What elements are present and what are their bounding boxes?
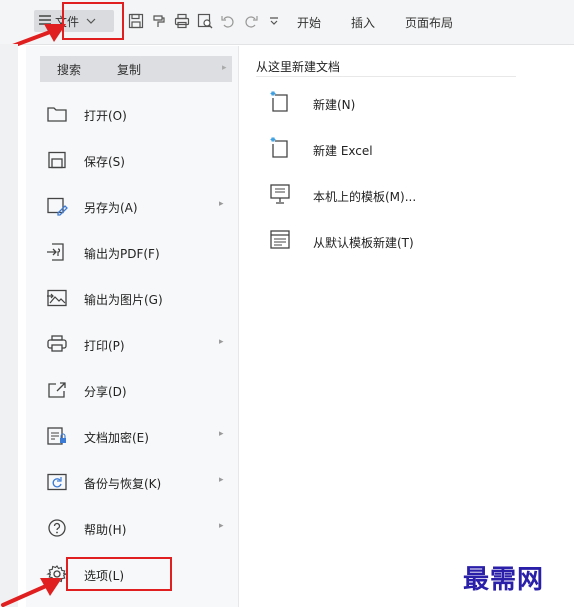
menu-item-label: 打印(P) xyxy=(84,339,125,353)
menu-item-label: 分享(D) xyxy=(84,385,127,399)
copy-tab[interactable]: 复制 xyxy=(98,61,160,78)
menu-item-label: 备份与恢复(K) xyxy=(84,477,162,491)
menu-item-label: 输出为图片(G) xyxy=(84,293,163,307)
menu-item-label: 打开(O) xyxy=(84,109,127,123)
export-image-icon xyxy=(46,288,68,308)
menu-item-export-image[interactable]: 输出为图片(G) xyxy=(26,278,238,318)
export-pdf-icon xyxy=(46,242,68,262)
menu-item-label: 文档加密(E) xyxy=(84,431,149,445)
options-highlight xyxy=(66,557,172,591)
new-item-label: 新建(N) xyxy=(313,98,356,112)
menu-search-bar: 搜索 复制 ▸ xyxy=(40,56,232,82)
print-icon[interactable] xyxy=(173,12,191,30)
left-gutter xyxy=(0,44,18,607)
menu-item-label: 帮助(H) xyxy=(84,523,127,537)
menu-item-print[interactable]: 打印(P) ▸ xyxy=(26,324,238,364)
folder-open-icon xyxy=(46,104,68,124)
new-item-label: 从默认模板新建(T) xyxy=(313,236,414,250)
section-divider xyxy=(256,76,516,77)
default-template-icon xyxy=(269,228,291,252)
print-preview-icon[interactable] xyxy=(196,12,214,30)
new-item-label: 新建 Excel xyxy=(313,144,373,158)
new-file-icon xyxy=(269,136,291,160)
menu-item-help[interactable]: 帮助(H) ▸ xyxy=(26,508,238,548)
new-item-label: 本机上的模板(M)... xyxy=(313,190,417,204)
arrow-pointer-icon xyxy=(1,578,62,607)
chevron-right-icon: ▸ xyxy=(222,63,227,73)
save-as-icon xyxy=(46,196,68,216)
tab-home[interactable]: 开始 xyxy=(297,14,321,31)
section-title: 从这里新建文档 xyxy=(256,60,341,74)
menu-item-export-pdf[interactable]: 输出为PDF(F) xyxy=(26,232,238,272)
encrypt-icon xyxy=(46,426,68,446)
backup-icon xyxy=(46,472,68,492)
menu-item-label: 输出为PDF(F) xyxy=(84,247,160,261)
menu-item-backup[interactable]: 备份与恢复(K) ▸ xyxy=(26,462,238,502)
undo-icon[interactable] xyxy=(219,12,237,30)
help-icon xyxy=(46,518,68,538)
save-icon[interactable] xyxy=(127,12,145,30)
file-menu-panel: 搜索 复制 ▸ 打开(O) 保存(S) 另存为(A) ▸ 输出为PDF(F) 输… xyxy=(26,46,239,607)
local-template-icon xyxy=(269,182,291,206)
format-painter-icon[interactable] xyxy=(150,12,168,30)
menu-item-share[interactable]: 分享(D) xyxy=(26,370,238,410)
new-document-panel: 从这里新建文档 新建(N) 新建 Excel 本机上的模板(M)... 从默认模… xyxy=(239,46,574,446)
menu-item-open[interactable]: 打开(O) xyxy=(26,94,238,134)
chevron-right-icon: ▸ xyxy=(219,429,224,439)
more-icon[interactable] xyxy=(265,12,283,30)
tab-insert[interactable]: 插入 xyxy=(351,14,375,31)
menu-item-label: 保存(S) xyxy=(84,155,125,169)
file-button-highlight xyxy=(62,2,124,40)
chevron-right-icon: ▸ xyxy=(219,199,224,209)
tab-page-layout[interactable]: 页面布局 xyxy=(405,14,453,31)
menu-item-save[interactable]: 保存(S) xyxy=(26,140,238,180)
chevron-right-icon: ▸ xyxy=(219,521,224,531)
chevron-right-icon: ▸ xyxy=(219,337,224,347)
print-icon xyxy=(46,334,68,354)
watermark-text: 最需网 xyxy=(463,565,545,595)
menu-item-save-as[interactable]: 另存为(A) ▸ xyxy=(26,186,238,226)
share-icon xyxy=(46,380,68,400)
new-file-icon xyxy=(269,90,291,114)
menu-item-encrypt[interactable]: 文档加密(E) ▸ xyxy=(26,416,238,456)
save-icon xyxy=(46,150,68,170)
redo-icon[interactable] xyxy=(242,12,260,30)
menu-item-label: 另存为(A) xyxy=(84,201,138,215)
search-tab[interactable]: 搜索 xyxy=(40,61,98,78)
chevron-right-icon: ▸ xyxy=(219,475,224,485)
